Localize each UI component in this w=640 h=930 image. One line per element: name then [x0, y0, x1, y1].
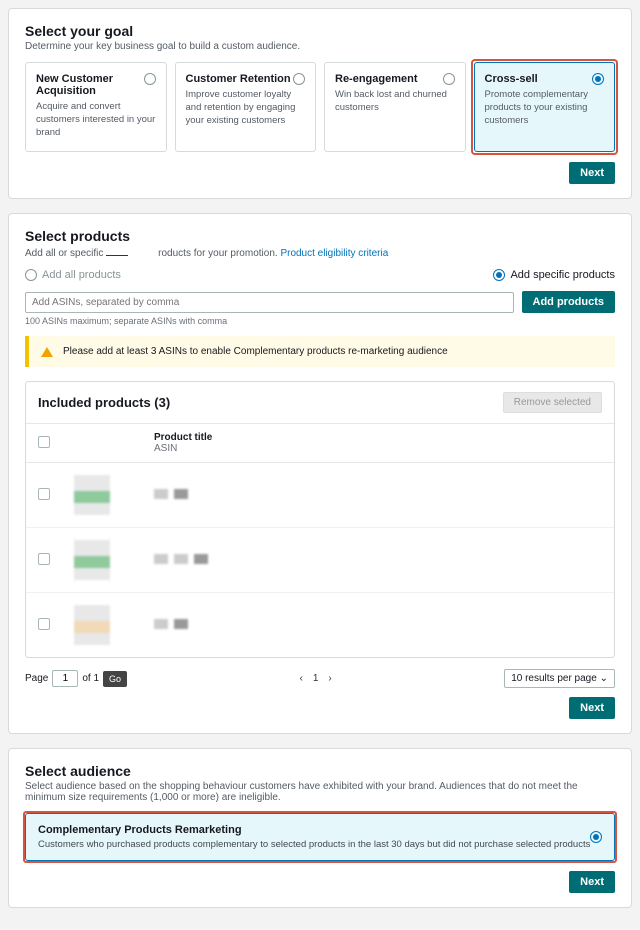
chevron-down-icon: ⌄	[600, 673, 608, 684]
product-title-cell	[154, 619, 602, 632]
radio-icon	[25, 269, 37, 281]
products-sub-prefix: Add all or specific	[25, 248, 103, 259]
goal-next-button[interactable]: Next	[569, 162, 615, 184]
eligibility-link[interactable]: Product eligibility criteria	[280, 248, 388, 259]
asin-hint: 100 ASINs maximum; separate ASINs with c…	[25, 316, 615, 326]
goal-card-new-customer[interactable]: New Customer Acquisition Acquire and con…	[25, 62, 167, 152]
page-input[interactable]	[52, 670, 78, 687]
goal-grid: New Customer Acquisition Acquire and con…	[25, 62, 615, 152]
highlight-frame	[23, 811, 617, 863]
product-thumbnail	[74, 540, 110, 580]
select-all-checkbox[interactable]	[38, 436, 50, 448]
select-audience-panel: Select audience Select audience based on…	[8, 748, 632, 908]
goal-card-desc: Promote complementary products to your e…	[485, 89, 605, 127]
audience-card-title: Complementary Products Remarketing	[38, 824, 602, 836]
goal-card-desc: Acquire and convert customers interested…	[36, 101, 156, 139]
select-products-panel: Select products Add all or specific rodu…	[8, 213, 632, 734]
goal-card-retention[interactable]: Customer Retention Improve customer loya…	[175, 62, 317, 152]
radio-add-specific[interactable]: Add specific products	[493, 269, 615, 281]
radio-icon	[493, 269, 505, 281]
products-next-button[interactable]: Next	[569, 697, 615, 719]
goal-card-title: New Customer Acquisition	[36, 73, 156, 97]
results-per-page-select[interactable]: 10 results per page ⌄	[504, 669, 615, 688]
goal-card-title: Cross-sell	[485, 73, 605, 85]
next-page-icon[interactable]: ›	[328, 673, 331, 684]
goal-card-desc: Improve customer loyalty and retention b…	[186, 89, 306, 127]
products-subtitle: Add all or specific roducts for your pro…	[25, 246, 615, 259]
results-label: 10 results per page	[511, 673, 597, 684]
table-row	[26, 528, 614, 593]
row-checkbox[interactable]	[38, 488, 50, 500]
table-title: Included products (3)	[38, 395, 170, 410]
products-sub-suffix: roducts for your promotion.	[158, 248, 278, 259]
asin-input[interactable]	[25, 292, 514, 313]
radio-icon	[590, 831, 602, 843]
table-head-row: Product title ASIN	[26, 424, 614, 463]
radio-icon	[443, 73, 455, 85]
goal-card-reengagement[interactable]: Re-engagement Win back lost and churned …	[324, 62, 466, 152]
select-goal-panel: Select your goal Determine your key busi…	[8, 8, 632, 199]
asin-alert: Please add at least 3 ASINs to enable Co…	[25, 336, 615, 367]
radio-icon	[592, 73, 604, 85]
table-row	[26, 593, 614, 657]
product-title-cell	[154, 554, 602, 567]
alert-text: Please add at least 3 ASINs to enable Co…	[63, 346, 448, 357]
radio-icon	[293, 73, 305, 85]
pager: Page of 1 Go ‹ 1 › 10 results per page ⌄	[25, 670, 615, 687]
audience-subtitle: Select audience based on the shopping be…	[25, 781, 615, 803]
goal-card-cross-sell[interactable]: Cross-sell Promote complementary product…	[474, 62, 616, 152]
goal-card-title: Customer Retention	[186, 73, 306, 85]
goal-card-title: Re-engagement	[335, 73, 455, 85]
add-products-button[interactable]: Add products	[522, 291, 616, 313]
goal-title: Select your goal	[25, 23, 615, 39]
audience-card-complementary[interactable]: Complementary Products Remarketing Custo…	[25, 813, 615, 861]
row-checkbox[interactable]	[38, 618, 50, 630]
col-product-title: Product title	[154, 432, 602, 443]
text-cursor-artifact	[106, 255, 128, 256]
radio-label: Add specific products	[510, 269, 615, 281]
remove-selected-button[interactable]: Remove selected	[503, 392, 602, 413]
product-mode-radios: Add all products Add specific products	[25, 269, 615, 281]
page-number: 1	[313, 673, 319, 684]
goal-card-desc: Win back lost and churned customers	[335, 89, 455, 115]
col-asin: ASIN	[154, 443, 602, 454]
redacted-text	[128, 246, 158, 256]
radio-label: Add all products	[42, 269, 121, 281]
asin-input-row: Add products	[25, 291, 615, 313]
go-button[interactable]: Go	[103, 671, 127, 687]
prev-page-icon[interactable]: ‹	[300, 673, 303, 684]
goal-subtitle: Determine your key business goal to buil…	[25, 41, 615, 52]
warning-icon	[41, 347, 53, 357]
radio-icon	[144, 73, 156, 85]
page-label: Page	[25, 673, 48, 684]
product-thumbnail	[74, 605, 110, 645]
table-row	[26, 463, 614, 528]
radio-add-all[interactable]: Add all products	[25, 269, 121, 281]
products-title: Select products	[25, 228, 615, 244]
audience-title: Select audience	[25, 763, 615, 779]
included-products-table: Included products (3) Remove selected Pr…	[25, 381, 615, 658]
audience-next-button[interactable]: Next	[569, 871, 615, 893]
product-thumbnail	[74, 475, 110, 515]
of-label: of 1	[82, 673, 99, 684]
row-checkbox[interactable]	[38, 553, 50, 565]
product-title-cell	[154, 489, 602, 502]
